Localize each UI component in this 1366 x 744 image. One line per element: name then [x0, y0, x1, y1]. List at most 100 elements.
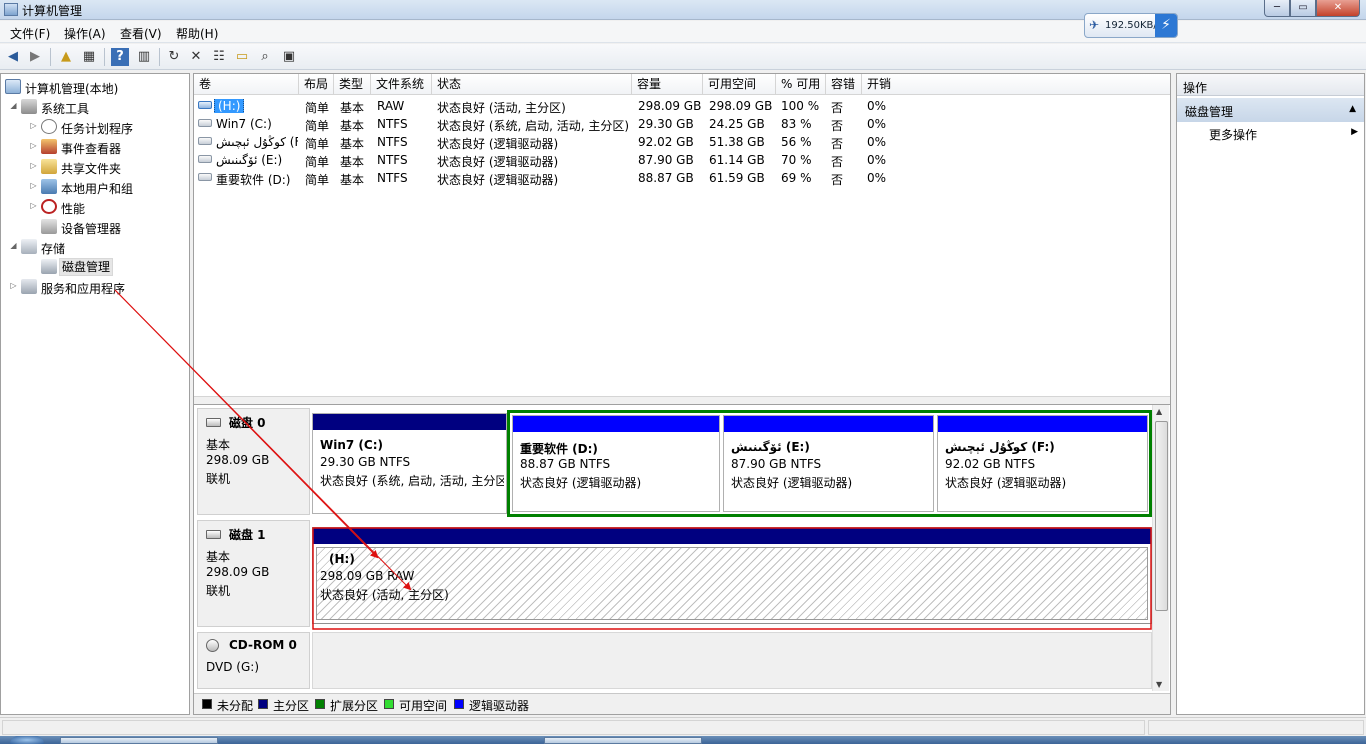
settings-icon[interactable]: ▣: [280, 48, 298, 66]
expand-arrow-icon[interactable]: ▷: [29, 121, 38, 130]
disk-view-scrollbar[interactable]: ▲ ▼: [1152, 405, 1169, 691]
hard-disk-icon: [206, 530, 221, 539]
event-log-icon: [41, 139, 57, 154]
up-folder-icon[interactable]: ▲: [57, 48, 75, 66]
expand-arrow-icon[interactable]: ▷: [29, 161, 38, 170]
column-header-percent-free[interactable]: % 可用: [776, 74, 826, 95]
show-hide-tree-icon[interactable]: ▦: [80, 48, 98, 66]
refresh-icon[interactable]: ↻: [165, 48, 183, 66]
legend-swatch: [454, 699, 464, 709]
more-actions-link[interactable]: 更多操作: [1209, 126, 1257, 143]
delete-icon[interactable]: ✕: [187, 48, 205, 66]
legend-label: 逻辑驱动器: [469, 699, 530, 713]
disk-1-info[interactable]: 磁盘 1 基本 298.09 GB 联机: [197, 520, 310, 627]
help-icon[interactable]: ?: [111, 48, 129, 66]
expand-arrow-icon[interactable]: ▷: [29, 181, 38, 190]
menu-help[interactable]: 帮助(H): [176, 25, 218, 42]
network-speed-widget[interactable]: ✈ 192.50KB/s ⚡: [1084, 13, 1178, 38]
cdrom-0-info[interactable]: CD-ROM 0 DVD (G:): [197, 632, 310, 689]
column-header-status[interactable]: 状态: [432, 74, 632, 95]
legend-swatch: [258, 699, 268, 709]
extended-partition[interactable]: 重要软件 (D:) 88.87 GB NTFS 状态良好 (逻辑驱动器) ئۆگ…: [507, 410, 1152, 517]
collapse-up-icon[interactable]: ▲: [1349, 104, 1356, 114]
volume-free-space: 51.38 GB: [709, 135, 765, 149]
submenu-arrow-icon[interactable]: ▶: [1351, 127, 1358, 137]
scroll-up-arrow-icon[interactable]: ▲: [1156, 407, 1162, 416]
properties-icon[interactable]: ☷: [210, 48, 228, 66]
open-folder-icon[interactable]: ▭: [233, 48, 251, 66]
partition-size: 29.30 GB NTFS: [320, 455, 411, 469]
lightning-icon[interactable]: ⚡: [1155, 14, 1177, 37]
collapse-arrow-icon[interactable]: ◢: [9, 241, 18, 250]
partition-f[interactable]: كوڭۇل ئېچىش (F:) 92.02 GB NTFS 状态良好 (逻辑驱…: [937, 415, 1148, 512]
table-row[interactable]: (H:) 简单 基本 RAW 状态良好 (活动, 主分区) 298.09 GB …: [194, 97, 1170, 115]
volume-type: 基本: [340, 137, 365, 151]
table-row[interactable]: 重要软件 (D:) 简单 基本 NTFS 状态良好 (逻辑驱动器) 88.87 …: [194, 169, 1170, 187]
legend-label: 可用空间: [399, 699, 448, 713]
partition-d[interactable]: 重要软件 (D:) 88.87 GB NTFS 状态良好 (逻辑驱动器): [512, 415, 720, 512]
table-row[interactable]: كوڭۇل ئېچىش (F:) 简单 基本 NTFS 状态良好 (逻辑驱动器)…: [194, 133, 1170, 151]
expand-arrow-icon[interactable]: ▷: [29, 201, 38, 210]
forward-arrow-icon[interactable]: ▶: [26, 48, 44, 66]
show-hide-action-pane-icon[interactable]: ▥: [135, 48, 153, 66]
column-header-type[interactable]: 类型: [334, 74, 371, 95]
volume-capacity: 92.02 GB: [638, 135, 694, 149]
menu-file[interactable]: 文件(F): [10, 25, 50, 42]
table-row[interactable]: ئۆگىنىش (E:) 简单 基本 NTFS 状态良好 (逻辑驱动器) 87.…: [194, 151, 1170, 169]
column-header-volume[interactable]: 卷: [194, 74, 299, 95]
volume-free-space: 24.25 GB: [709, 117, 765, 131]
volume-icon: [198, 119, 212, 127]
tree-item-label: 计算机管理(本地): [25, 82, 119, 96]
maximize-button[interactable]: ▭: [1290, 0, 1316, 17]
navigation-tree: 计算机管理(本地) ◢ 系统工具 ▷ 任务计划程序 ▷ 事件查看器 ▷ 共享文件…: [0, 73, 190, 715]
volume-capacity: 87.90 GB: [638, 153, 694, 167]
tree-item-label: 性能: [61, 202, 86, 216]
volume-capacity: 298.09 GB: [638, 99, 702, 113]
shared-folder-icon: [41, 159, 57, 174]
taskbar-button[interactable]: [544, 737, 702, 744]
volume-free-space: 61.14 GB: [709, 153, 765, 167]
computer-icon: [5, 79, 21, 94]
column-header-layout[interactable]: 布局: [299, 74, 334, 95]
scrollbar-thumb[interactable]: [1155, 421, 1168, 611]
volume-layout: 简单: [305, 137, 330, 151]
column-header-filesystem[interactable]: 文件系统: [371, 74, 432, 95]
column-header-overhead[interactable]: 开销: [862, 74, 1170, 95]
expand-arrow-icon[interactable]: ▷: [9, 281, 18, 290]
column-header-capacity[interactable]: 容量: [632, 74, 703, 95]
tree-item-label: 本地用户和组: [61, 182, 134, 196]
device-manager-icon: [41, 219, 57, 234]
expand-arrow-icon[interactable]: ▷: [29, 141, 38, 150]
disk-0-info[interactable]: 磁盘 0 基本 298.09 GB 联机: [197, 408, 310, 515]
back-arrow-icon[interactable]: ◀: [4, 48, 22, 66]
volume-icon: [198, 155, 212, 163]
column-header-fault-tolerance[interactable]: 容错: [826, 74, 862, 95]
cdrom-empty-area: [312, 632, 1152, 689]
taskbar-button[interactable]: [60, 737, 218, 744]
close-button[interactable]: ✕: [1316, 0, 1360, 17]
table-row[interactable]: Win7 (C:) 简单 基本 NTFS 状态良好 (系统, 启动, 活动, 主…: [194, 115, 1170, 133]
scroll-down-arrow-icon[interactable]: ▼: [1156, 680, 1162, 689]
primary-partition-bar: [313, 528, 1151, 544]
collapse-arrow-icon[interactable]: ◢: [9, 101, 18, 110]
disk-status: 联机: [206, 472, 231, 486]
actions-section-disk-management[interactable]: 磁盘管理 ▲: [1177, 98, 1364, 122]
search-icon[interactable]: ⌕: [256, 48, 274, 66]
pane-splitter[interactable]: [194, 396, 1170, 405]
menu-action[interactable]: 操作(A): [64, 25, 106, 42]
partition-e[interactable]: ئۆگىنىش (E:) 87.90 GB NTFS 状态良好 (逻辑驱动器): [723, 415, 934, 512]
column-header-free-space[interactable]: 可用空间: [703, 74, 776, 95]
volume-status: 状态良好 (逻辑驱动器): [437, 173, 559, 187]
partition-h[interactable]: (H:) 298.09 GB RAW 状态良好 (活动, 主分区): [312, 527, 1152, 624]
volume-name: ئۆگىنىش (E:): [216, 153, 283, 167]
status-section: [1148, 720, 1364, 735]
menu-view[interactable]: 查看(V): [120, 25, 162, 42]
start-orb-icon[interactable]: [10, 736, 44, 744]
partition-c[interactable]: Win7 (C:) 29.30 GB NTFS 状态良好 (系统, 启动, 活动…: [312, 413, 507, 514]
volume-percent-free: 83 %: [781, 117, 812, 131]
volume-type: 基本: [340, 173, 365, 187]
window-controls: ─ ▭ ✕: [1264, 0, 1360, 18]
volume-percent-free: 69 %: [781, 171, 812, 185]
disk-size: 298.09 GB: [206, 565, 270, 579]
minimize-button[interactable]: ─: [1264, 0, 1290, 17]
